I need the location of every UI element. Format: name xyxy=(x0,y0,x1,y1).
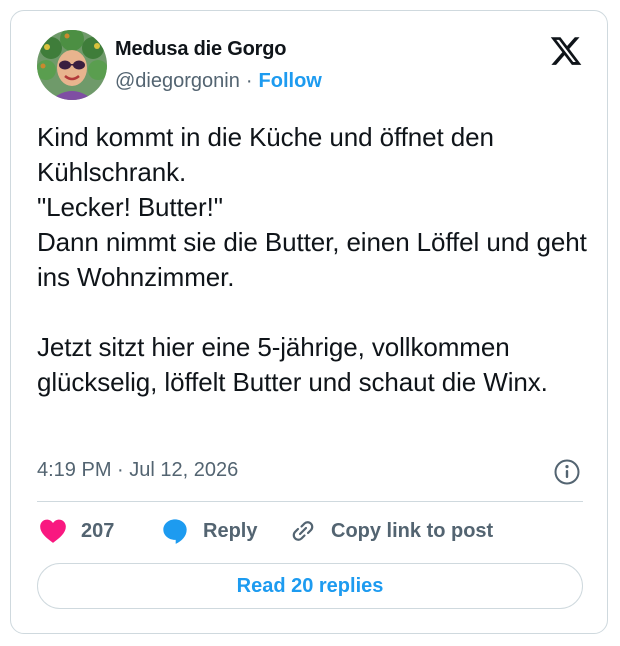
copy-link-button[interactable]: Copy link to post xyxy=(289,516,493,546)
post-text: Kind kommt in die Küche und öffnet den K… xyxy=(37,122,587,397)
heart-icon xyxy=(40,519,66,543)
speech-bubble-icon xyxy=(163,519,187,544)
like-count: 207 xyxy=(81,519,115,542)
x-logo-icon[interactable] xyxy=(549,34,583,68)
embedded-post-card: Medusa die Gorgo @diegorgonin · Follow Kin… xyxy=(10,10,608,634)
handle-separator: · xyxy=(245,70,253,92)
like-button[interactable]: 207 xyxy=(39,516,114,546)
avatar[interactable] xyxy=(37,30,107,100)
post-timestamp[interactable]: 4:19 PM · Jul 12, 2026 xyxy=(37,459,238,482)
copy-link-label: Copy link to post xyxy=(331,519,494,542)
author-handle[interactable]: @diegorgonin xyxy=(115,70,240,92)
follow-button[interactable]: Follow xyxy=(259,70,322,92)
link-icon xyxy=(292,521,314,541)
reply-button[interactable]: Reply xyxy=(161,516,257,546)
reply-label: Reply xyxy=(203,519,258,542)
divider xyxy=(37,501,583,502)
author-display-name[interactable]: Medusa die Gorgo xyxy=(115,38,286,61)
read-replies-button[interactable]: Read 20 replies xyxy=(37,563,583,609)
info-icon[interactable] xyxy=(553,458,581,486)
author-handle-row: @diegorgonin · Follow xyxy=(115,70,322,93)
